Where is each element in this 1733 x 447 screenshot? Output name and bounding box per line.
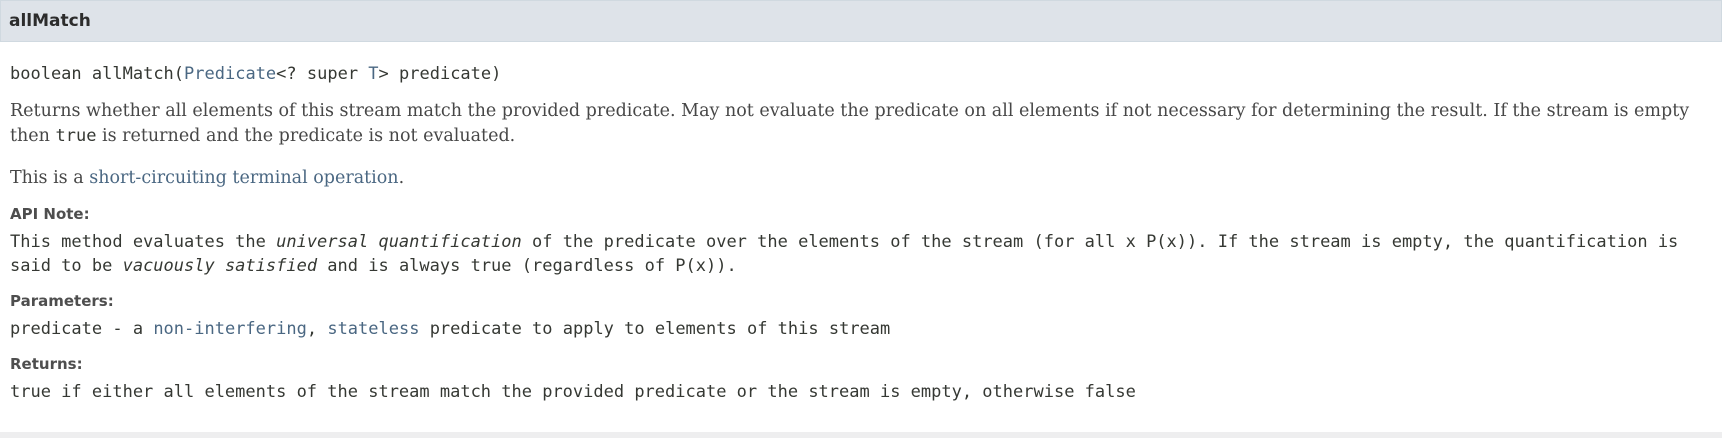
parameter-predicate: predicate - a non-interfering, stateless… xyxy=(10,317,1712,341)
operation-text-a: This is a xyxy=(10,168,90,188)
operation-paragraph: This is a short-circuiting terminal oper… xyxy=(10,166,1712,191)
parameter-sep: - a xyxy=(102,319,154,339)
method-body: boolean allMatch(Predicate<? super T> pr… xyxy=(0,62,1722,404)
predicate-type-link[interactable]: Predicate xyxy=(184,64,276,84)
generic-pre: <? super xyxy=(276,64,369,84)
stateless-link[interactable]: stateless xyxy=(327,319,419,339)
short-circuiting-link[interactable]: short-circuiting terminal operation xyxy=(89,168,398,188)
api-note-c: and is always true (regardless of P(x)). xyxy=(317,256,737,276)
parameter-rest: predicate to apply to elements of this s… xyxy=(419,319,891,339)
generic-post: > predicate) xyxy=(378,64,502,84)
true-code: true xyxy=(55,126,97,146)
vacuously-satisfied-em: vacuously satisfied xyxy=(122,256,318,276)
api-note-a: This method evaluates the xyxy=(10,232,277,252)
type-variable-link[interactable]: T xyxy=(368,64,378,84)
method-signature: boolean allMatch(Predicate<? super T> pr… xyxy=(10,64,502,84)
method-detail-section: allMatch boolean allMatch(Predicate<? su… xyxy=(0,0,1722,438)
api-note-label: API Note: xyxy=(10,205,90,223)
description-text-b: is returned and the predicate is not eva… xyxy=(96,126,516,146)
return-type: boolean xyxy=(10,64,82,84)
operation-text-b: . xyxy=(398,168,405,188)
returns-label: Returns: xyxy=(10,355,83,373)
universal-quantification-em: universal quantification xyxy=(276,232,522,252)
method-name: allMatch xyxy=(91,64,174,84)
returns-text: true if either all elements of the strea… xyxy=(10,382,1136,402)
parameter-name: predicate xyxy=(10,319,103,339)
api-note-text: This method evaluates the universal quan… xyxy=(10,230,1712,278)
method-header: allMatch xyxy=(0,0,1722,42)
description-paragraph: Returns whether all elements of this str… xyxy=(10,99,1712,149)
non-interfering-link[interactable]: non-interfering xyxy=(153,319,307,339)
notes-list: API Note: This method evaluates the univ… xyxy=(10,204,1712,404)
method-title: allMatch xyxy=(9,11,91,31)
parameter-comma: , xyxy=(306,319,328,339)
parameters-label: Parameters: xyxy=(10,292,114,310)
